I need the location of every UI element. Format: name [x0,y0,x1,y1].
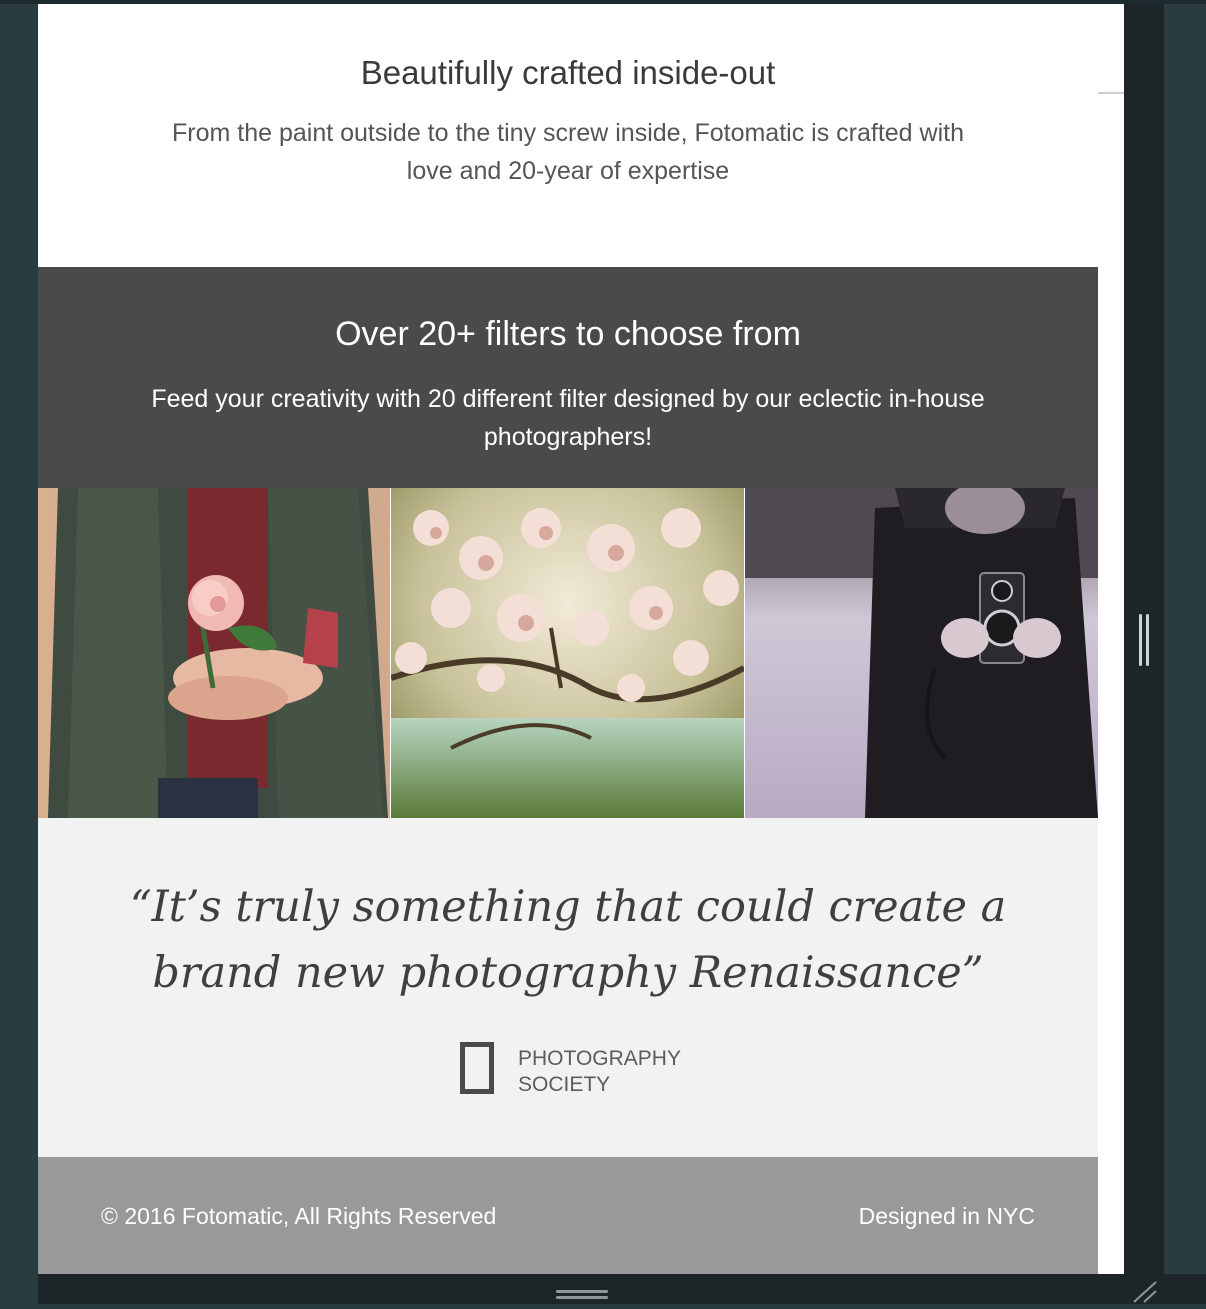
testimonial-quote: “It’s truly something that could create … [129,882,1007,998]
crafted-section: Beautifully crafted inside-out From the … [38,4,1098,267]
photography-society-logo: PHOTOGRAPHY SOCIETY [458,1040,698,1102]
logo-text-line1: PHOTOGRAPHY [518,1047,681,1070]
window-bottom-bar [38,1274,1206,1304]
vertical-resize-grip-icon[interactable] [1139,614,1149,666]
crafted-description: From the paint outside to the tiny screw… [171,119,964,185]
copyright-text: © 2016 Fotomatic, All Rights Reserved [101,1203,497,1229]
photo-magnolia-tree [391,488,744,818]
scroll-indicator [1098,92,1124,94]
testimonial-section: “It’s truly something that could create … [38,818,1098,1157]
designed-in-text: Designed in NYC [858,1203,1035,1229]
filters-title: Over 20+ filters to choose from [335,315,801,353]
photo-flower-hands [38,488,390,818]
drag-handle-icon[interactable] [556,1290,608,1300]
filter-photo-gallery [38,488,1098,818]
page-footer: © 2016 Fotomatic, All Rights Reserved De… [38,1157,1098,1274]
filters-section: Over 20+ filters to choose from Feed you… [38,267,1098,488]
web-page: Beautifully crafted inside-out From the … [38,4,1124,1274]
corner-resize-icon[interactable] [1130,1280,1160,1304]
logo-frame-icon [460,1042,494,1094]
logo-text: PHOTOGRAPHY SOCIETY [518,1046,681,1098]
photo-camera-man [745,488,1098,818]
filters-description: Feed your creativity with 20 different f… [151,385,985,451]
logo-text-line2: SOCIETY [518,1073,611,1096]
crafted-title: Beautifully crafted inside-out [360,54,776,91]
